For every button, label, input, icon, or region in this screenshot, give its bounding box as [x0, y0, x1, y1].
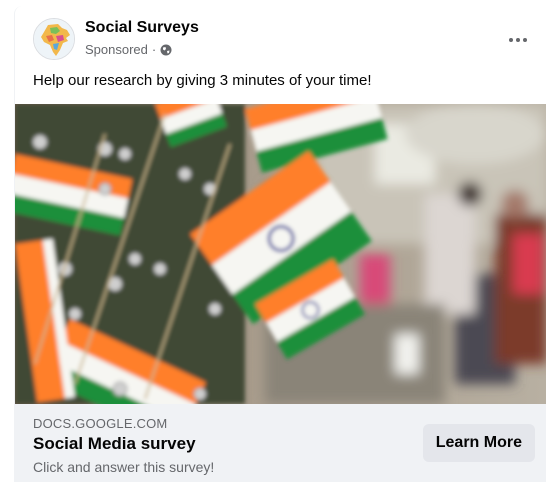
post-header: Social Surveys Sponsored ·: [33, 18, 546, 62]
link-description: Click and answer this survey!: [33, 459, 215, 475]
learn-more-button[interactable]: Learn More: [422, 424, 535, 462]
more-options-icon[interactable]: [504, 30, 532, 50]
sponsored-row: Sponsored ·: [85, 42, 172, 57]
sponsored-label[interactable]: Sponsored: [85, 42, 148, 57]
link-title[interactable]: Social Media survey: [33, 434, 196, 454]
globe-icon[interactable]: [160, 44, 172, 56]
flags-street-photo: [15, 104, 546, 404]
india-map-logo: [34, 19, 74, 59]
link-domain: DOCS.GOOGLE.COM: [33, 416, 168, 431]
ad-image[interactable]: [15, 104, 546, 404]
page-name[interactable]: Social Surveys: [85, 19, 199, 37]
sponsored-post-card: Social Surveys Sponsored · Help our rese…: [14, 6, 546, 482]
post-caption: Help our research by giving 3 minutes of…: [33, 72, 372, 89]
separator-dot: ·: [151, 42, 157, 57]
page-avatar[interactable]: [33, 18, 75, 60]
link-preview[interactable]: DOCS.GOOGLE.COM Social Media survey Clic…: [15, 404, 546, 482]
